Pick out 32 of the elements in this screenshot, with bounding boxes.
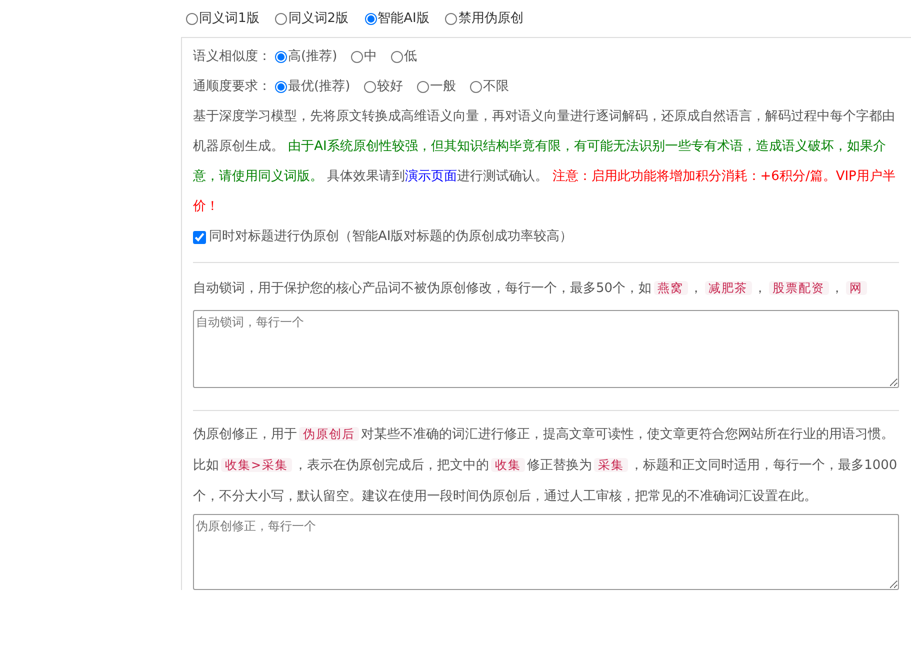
description-text: 伪原创修正，用于 伪原创后 对某些不准确的词汇进行修正，提高文章可读性，使文章更符合您网站所在行业的用语习惯。比如 收集>采集 ，表示在伪原创完成后，把文中的 收集 修正替换为 采集 ，标题和正文同时适用，每行一个，最多1000个，不分大小写，默认留空。建议在使用一段时间伪原创后，通过人工审核，把常见的不准确词汇设置在此。 — [193, 426, 898, 506]
description-text: 自动锁词，用于保护您的核心产品词不被伪原创修改，每行一个，最多50个，如 燕窝 ， 减肥茶 ， 股票配资 ， 网 — [193, 273, 899, 304]
radio-button[interactable] — [186, 12, 198, 24]
input-field[interactable]: 自动锁词，每行一个 — [193, 310, 899, 388]
radio-label: 较好 — [377, 78, 404, 96]
radio-button[interactable] — [275, 12, 288, 24]
radio-button[interactable] — [275, 51, 287, 63]
radio-button[interactable] — [391, 51, 404, 63]
radio-button[interactable] — [364, 12, 377, 24]
radio-button[interactable] — [417, 81, 430, 93]
radio-label: 禁用伪原创 — [458, 10, 524, 28]
radio-button[interactable] — [364, 81, 376, 93]
radio-label: 低 — [404, 48, 418, 66]
radio-button[interactable] — [445, 12, 458, 24]
input-field[interactable]: 伪原创修正，每行一个 — [193, 514, 899, 590]
radio-label: 同义词2版 — [288, 10, 349, 28]
setting-label: 语义相似度： — [193, 48, 271, 66]
demo-link[interactable]: 演示页面 — [405, 169, 458, 184]
description-text: 基于深度学习模型，先将原文转换成高维语义向量，再对语义向量进行逐词解码，还原成自然语言，解码过程中每个字都由机器原创生成。 由于AI系统原创性较强，但其知识结构毕竟有限，有可能无法识别一些专有术语，造成语义破坏，如果介意，请使用同义词版。 具体效果请到演示页面进行测试确认。 注意：启用此功能将增加积分消耗：+6积分/篇。VIP用户半价！ — [193, 108, 896, 216]
radio-label: 同义词1版 — [199, 10, 260, 28]
radio-label: 不限 — [483, 78, 510, 96]
radio-label: 高(推荐) — [288, 48, 338, 66]
checkbox[interactable] — [193, 230, 206, 244]
radio-label: 中 — [364, 48, 378, 66]
radio-label: 智能AI版 — [378, 10, 430, 28]
radio-button[interactable] — [470, 81, 482, 93]
checkbox-label: 同时对标题进行伪原创（智能AI版对标题的伪原创成功率较高） — [209, 228, 573, 246]
radio-button[interactable] — [275, 81, 287, 93]
radio-label: 一般 — [430, 78, 456, 96]
radio-button[interactable] — [351, 51, 364, 63]
setting-label: 通顺度要求： — [193, 78, 271, 96]
radio-label: 最优(推荐) — [288, 78, 350, 96]
